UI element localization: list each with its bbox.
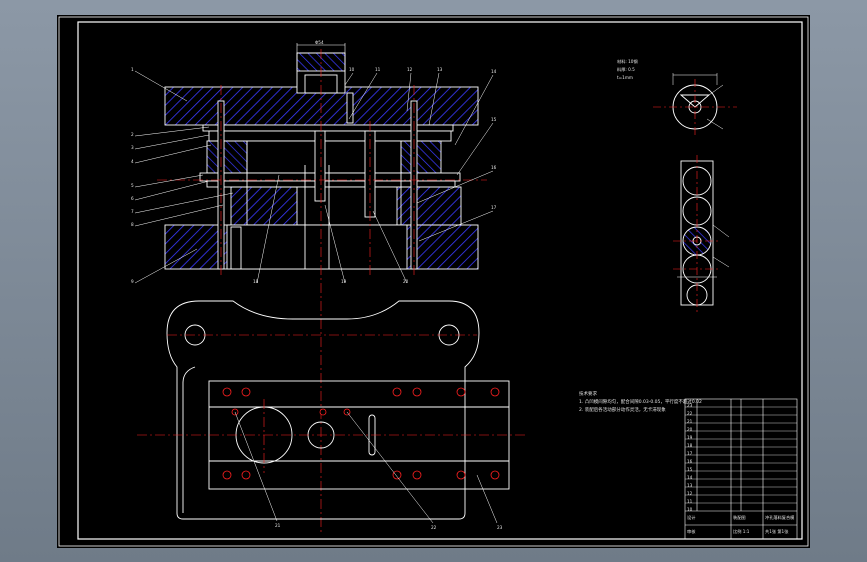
svg-text:2. 装配后各活动部分动作灵活，无卡滞现象: 2. 装配后各活动部分动作灵活，无卡滞现象 bbox=[579, 406, 666, 413]
svg-text:21: 21 bbox=[275, 523, 281, 528]
svg-text:19: 19 bbox=[341, 279, 347, 284]
svg-text:12: 12 bbox=[687, 491, 693, 496]
blank-centerlines bbox=[653, 79, 737, 137]
svg-text:料厚: 0.5: 料厚: 0.5 bbox=[617, 66, 635, 73]
svg-text:20: 20 bbox=[403, 279, 409, 284]
svg-text:13: 13 bbox=[437, 67, 443, 72]
svg-text:8: 8 bbox=[131, 222, 134, 227]
svg-text:3: 3 bbox=[131, 145, 134, 150]
technical-notes: 技术要求 1. 凸凹模间隙均匀，配合间隙0.03-0.05，平行度不超过0.02… bbox=[579, 390, 702, 413]
drawing-sheet: Φ54 1 2 3 4 5 6 7 8 9 10 11 12 13 14 15 … bbox=[57, 15, 810, 548]
svg-text:比例 1:1: 比例 1:1 bbox=[733, 528, 750, 535]
plan-centerlines bbox=[137, 334, 525, 473]
svg-text:t=1mm: t=1mm bbox=[617, 75, 633, 80]
part-numbers-plan: 21 22 23 bbox=[275, 523, 503, 530]
punch-plate-right bbox=[400, 140, 442, 174]
svg-text:19: 19 bbox=[687, 435, 693, 440]
svg-text:技术要求: 技术要求 bbox=[579, 390, 597, 397]
svg-text:22: 22 bbox=[431, 525, 437, 530]
svg-text:23: 23 bbox=[497, 525, 503, 530]
front-section-view bbox=[164, 52, 479, 270]
svg-text:15: 15 bbox=[687, 467, 693, 472]
svg-text:10: 10 bbox=[349, 67, 355, 72]
svg-text:5: 5 bbox=[131, 183, 134, 188]
svg-text:21: 21 bbox=[687, 419, 693, 424]
svg-text:16: 16 bbox=[687, 459, 693, 464]
svg-text:12: 12 bbox=[407, 67, 413, 72]
svg-text:冲孔落料复合模: 冲孔落料复合模 bbox=[765, 514, 795, 521]
plan-holes bbox=[222, 387, 500, 480]
svg-text:17: 17 bbox=[687, 451, 693, 456]
svg-text:1. 凸凹模间隙均匀，配合间隙0.03-0.05，平行度不超: 1. 凸凹模间隙均匀，配合间隙0.03-0.05，平行度不超过0.02 bbox=[579, 398, 702, 405]
leaders-plan bbox=[234, 411, 498, 524]
svg-text:设计: 设计 bbox=[687, 514, 695, 521]
svg-text:1: 1 bbox=[131, 67, 134, 72]
punch-plate-left bbox=[206, 140, 248, 174]
svg-text:14: 14 bbox=[687, 475, 693, 480]
svg-text:11: 11 bbox=[687, 499, 693, 504]
svg-text:11: 11 bbox=[375, 67, 381, 72]
svg-text:4: 4 bbox=[131, 159, 134, 164]
cad-viewport[interactable]: Φ54 1 2 3 4 5 6 7 8 9 10 11 12 13 14 15 … bbox=[0, 0, 867, 562]
svg-text:15: 15 bbox=[491, 117, 497, 122]
plan-view bbox=[166, 300, 510, 520]
svg-text:6: 6 bbox=[131, 196, 134, 201]
svg-text:17: 17 bbox=[491, 205, 497, 210]
svg-text:18: 18 bbox=[253, 279, 259, 284]
title-block-text: 冲孔落料复合模 设计 审核 装配图 比例 1:1 共1张 第1张 bbox=[687, 514, 795, 535]
svg-text:16: 16 bbox=[491, 165, 497, 170]
svg-text:9: 9 bbox=[131, 279, 134, 284]
svg-text:7: 7 bbox=[131, 209, 134, 214]
svg-text:14: 14 bbox=[491, 69, 497, 74]
svg-text:2: 2 bbox=[131, 132, 134, 137]
svg-text:22: 22 bbox=[687, 411, 693, 416]
parts-list-numbers: 23 22 21 20 19 18 17 16 15 14 13 12 11 1… bbox=[687, 403, 693, 512]
assembly-drawing: Φ54 1 2 3 4 5 6 7 8 9 10 11 12 13 14 15 … bbox=[58, 16, 809, 547]
svg-text:13: 13 bbox=[687, 483, 693, 488]
svg-text:23: 23 bbox=[687, 403, 693, 408]
svg-text:审核: 审核 bbox=[687, 528, 696, 535]
svg-text:共1张 第1张: 共1张 第1张 bbox=[765, 528, 789, 535]
svg-text:材料: 10钢: 材料: 10钢 bbox=[617, 58, 638, 65]
dimension-top: Φ54 bbox=[315, 40, 324, 45]
svg-text:装配图: 装配图 bbox=[733, 514, 746, 521]
material-spec: 材料: 10钢 料厚: 0.5 t=1mm bbox=[617, 58, 638, 80]
svg-text:18: 18 bbox=[687, 443, 693, 448]
svg-text:20: 20 bbox=[687, 427, 693, 432]
